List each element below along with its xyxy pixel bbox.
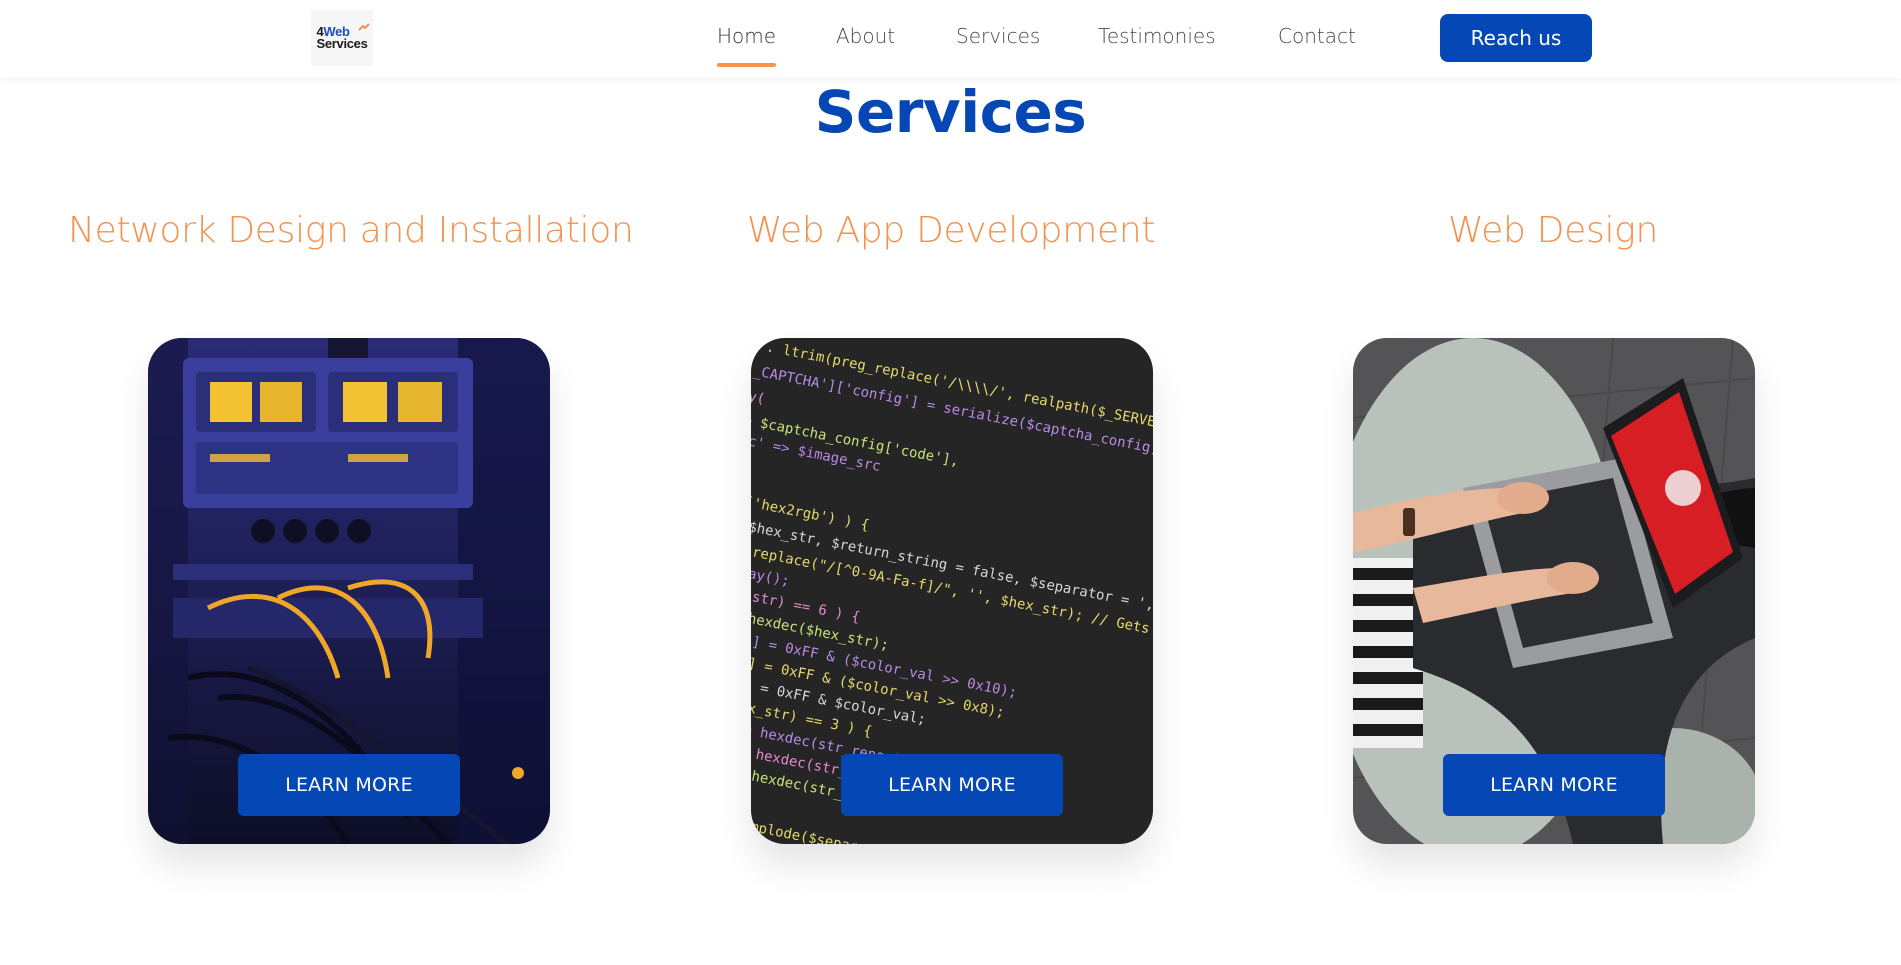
service-title: Network Design and Installation — [68, 210, 634, 251]
reach-us-button[interactable]: Reach us — [1440, 14, 1592, 62]
service-image-webdesign: LEARN MORE — [1353, 338, 1755, 844]
service-image-webapp: /'. ltrim(preg_replace('/\\\\/', realpat… — [751, 338, 1153, 844]
main-nav: Home About Services Testimonies Contact — [0, 0, 1901, 78]
service-image-network: LEARN MORE — [148, 338, 550, 844]
service-card-webdesign: Web Design LEARN MORE — [1273, 0, 1833, 965]
top-navbar: 4Web Services Home About Services Testim… — [0, 0, 1901, 78]
service-card-network: Network Design and Installation LEARN MO… — [68, 0, 634, 965]
learn-more-button[interactable]: LEARN MORE — [238, 754, 460, 816]
nav-about[interactable]: About — [836, 24, 895, 48]
nav-contact[interactable]: Contact — [1278, 24, 1356, 48]
learn-more-button[interactable]: LEARN MORE — [1443, 754, 1665, 816]
service-title: Web Design — [1448, 210, 1658, 251]
nav-home[interactable]: Home — [717, 24, 776, 48]
service-card-webapp: Web App Development /'. ltrim(preg_repla… — [671, 0, 1231, 965]
nav-services[interactable]: Services — [956, 24, 1040, 48]
nav-active-indicator — [717, 63, 776, 67]
learn-more-button[interactable]: LEARN MORE — [841, 754, 1063, 816]
service-title: Web App Development — [746, 210, 1156, 251]
nav-testimonies[interactable]: Testimonies — [1098, 24, 1216, 48]
